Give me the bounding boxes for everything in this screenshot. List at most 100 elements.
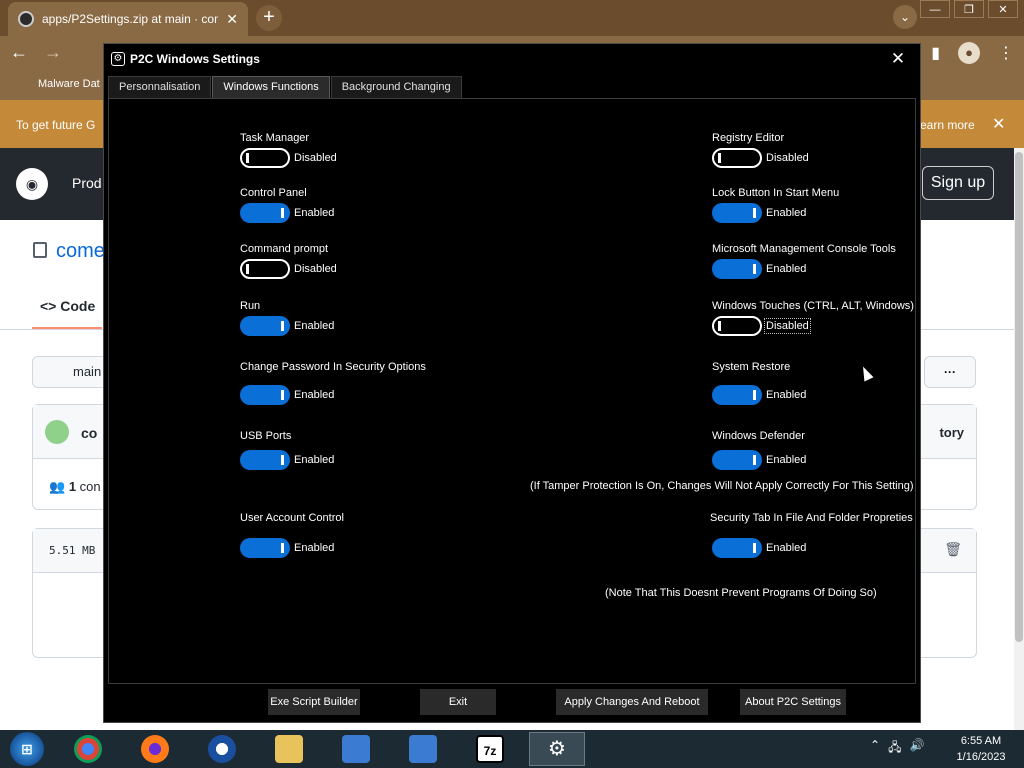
clock-time: 6:55 AM [960, 735, 1002, 747]
tab-code[interactable]: <> Code [40, 298, 95, 314]
setting-label: User Account Control [240, 512, 344, 524]
tab-search-button[interactable]: ⌄ [893, 5, 917, 29]
gear-icon: ⚙ [111, 52, 125, 66]
sidepanel-icon[interactable]: ▮ [931, 43, 940, 63]
github-logo-icon[interactable]: ◉ [16, 168, 48, 200]
taskbar-installer-1[interactable] [328, 732, 384, 766]
commit-author[interactable]: co [81, 425, 97, 441]
repo-name-link[interactable]: come [56, 240, 105, 263]
volume-icon[interactable]: 🔊 [909, 738, 924, 759]
toolbar-right: ▮ ● ⋮ [931, 42, 1014, 64]
start-button[interactable]: ⊞ [10, 732, 44, 766]
infobar-learn-more-link[interactable]: earn more [920, 118, 975, 132]
toggle-status: Enabled [766, 454, 807, 466]
setting-label: Task Manager [240, 132, 310, 144]
back-arrow-icon[interactable]: ← [10, 42, 28, 63]
setting-label: Windows Defender [712, 430, 805, 442]
tab-code-label: Code [60, 298, 96, 314]
toggle-status: Enabled [766, 389, 807, 401]
windows-defender-toggle[interactable] [712, 450, 762, 470]
kebab-menu-icon[interactable]: ⋮ [998, 43, 1014, 63]
task-manager-toggle[interactable] [240, 148, 290, 168]
close-tab-icon[interactable]: ✕ [226, 11, 238, 28]
page-scrollbar[interactable] [1014, 148, 1024, 730]
history-link[interactable]: tory [939, 425, 964, 440]
products-menu[interactable]: Prod [72, 175, 102, 191]
security-tab-toggle[interactable] [712, 538, 762, 558]
setting-security-tab: Security Tab In File And Folder Propreti… [710, 512, 913, 558]
taskbar-installer-2[interactable] [395, 732, 451, 766]
more-options-button[interactable]: ··· [924, 356, 976, 388]
avatar[interactable] [45, 420, 69, 444]
firefox-icon [141, 735, 169, 763]
forward-arrow-icon[interactable]: → [44, 42, 62, 63]
mmc-tools-toggle[interactable] [712, 259, 762, 279]
exit-button[interactable]: Exit [420, 689, 496, 715]
setting-system-restore: System Restore Enabled [712, 361, 806, 405]
setting-label: Control Panel [240, 187, 307, 199]
chrome-icon [74, 735, 102, 763]
minimize-icon[interactable]: — [920, 0, 950, 18]
taskbar-p2c-settings[interactable]: ⚙ [529, 732, 585, 766]
taskbar-7zip[interactable]: 7z [462, 732, 518, 766]
control-panel-toggle[interactable] [240, 203, 290, 223]
file-size: 5.51 MB [49, 544, 96, 557]
apply-changes-reboot-button[interactable]: Apply Changes And Reboot [556, 689, 708, 715]
chevron-up-icon[interactable]: ⌃ [870, 738, 880, 759]
github-favicon-icon [18, 11, 34, 27]
infobar-text: To get future G [16, 118, 96, 132]
toggle-status: Disabled [764, 318, 811, 334]
windows-touches-toggle[interactable] [712, 316, 762, 336]
taskbar-firefox[interactable] [127, 732, 183, 766]
p2c-settings-window: ⚙ P2C Windows Settings ✕ Personnalisatio… [103, 43, 921, 723]
about-p2c-settings-button[interactable]: About P2C Settings [740, 689, 846, 715]
restore-icon[interactable]: ❐ [954, 0, 984, 18]
contributors-count: 1 [68, 479, 77, 494]
profile-icon[interactable]: ● [958, 42, 980, 64]
app-tabbar: Personnalisation Windows Functions Backg… [108, 76, 463, 98]
tab-background-changing[interactable]: Background Changing [330, 76, 462, 98]
app-titlebar: ⚙ P2C Windows Settings ✕ [104, 44, 920, 74]
toggle-status: Enabled [294, 320, 335, 332]
toggle-status: Enabled [766, 263, 807, 275]
registry-editor-toggle[interactable] [712, 148, 762, 168]
installer-icon [342, 735, 370, 763]
user-account-control-toggle[interactable] [240, 538, 290, 558]
scrollbar-thumb[interactable] [1015, 152, 1023, 642]
run-toggle[interactable] [240, 316, 290, 336]
taskbar-clock[interactable]: 6:55 AM 1/16/2023 [946, 733, 1016, 765]
change-password-toggle[interactable] [240, 385, 290, 405]
usb-ports-toggle[interactable] [240, 450, 290, 470]
system-restore-toggle[interactable] [712, 385, 762, 405]
new-tab-button[interactable]: + [256, 5, 282, 31]
command-prompt-toggle[interactable] [240, 259, 290, 279]
taskbar-file-explorer[interactable] [261, 732, 317, 766]
taskbar-obama[interactable] [194, 732, 250, 766]
security-note: (Note That This Doesnt Prevent Programs … [605, 587, 877, 599]
infobar-close-icon[interactable]: ✕ [992, 114, 1005, 134]
toggle-status: Enabled [294, 389, 335, 401]
close-icon[interactable]: ✕ [988, 0, 1018, 18]
contributors[interactable]: 👥 1 con [49, 479, 101, 495]
toggle-status: Disabled [294, 152, 337, 164]
clock-date: 1/16/2023 [956, 751, 1006, 763]
sign-up-button[interactable]: Sign up [922, 166, 994, 200]
setting-label: Change Password In Security Options [240, 361, 426, 373]
lock-button-toggle[interactable] [712, 203, 762, 223]
tab-personnalisation[interactable]: Personnalisation [108, 76, 212, 98]
defender-note: (If Tamper Protection Is On, Changes Wil… [530, 480, 914, 492]
tab-windows-functions[interactable]: Windows Functions [212, 76, 330, 98]
close-icon[interactable]: ✕ [882, 48, 914, 70]
setting-label: Security Tab In File And Folder Propreti… [710, 512, 913, 524]
toggle-status: Disabled [294, 263, 337, 275]
bookmark-item[interactable]: Malware Dat [38, 78, 100, 90]
taskbar-chrome[interactable] [60, 732, 116, 766]
network-icon[interactable]: 🖧 [888, 738, 901, 759]
setting-usb-ports: USB Ports Enabled [240, 430, 334, 470]
setting-lock-button: Lock Button In Start Menu Enabled [712, 187, 839, 223]
setting-control-panel: Control Panel Enabled [240, 187, 334, 223]
exe-script-builder-button[interactable]: Exe Script Builder [268, 689, 360, 715]
browser-tab[interactable]: apps/P2Settings.zip at main · com ✕ [8, 2, 248, 36]
branch-selector[interactable]: main [32, 356, 112, 388]
trash-icon[interactable]: 🗑 [944, 541, 962, 558]
